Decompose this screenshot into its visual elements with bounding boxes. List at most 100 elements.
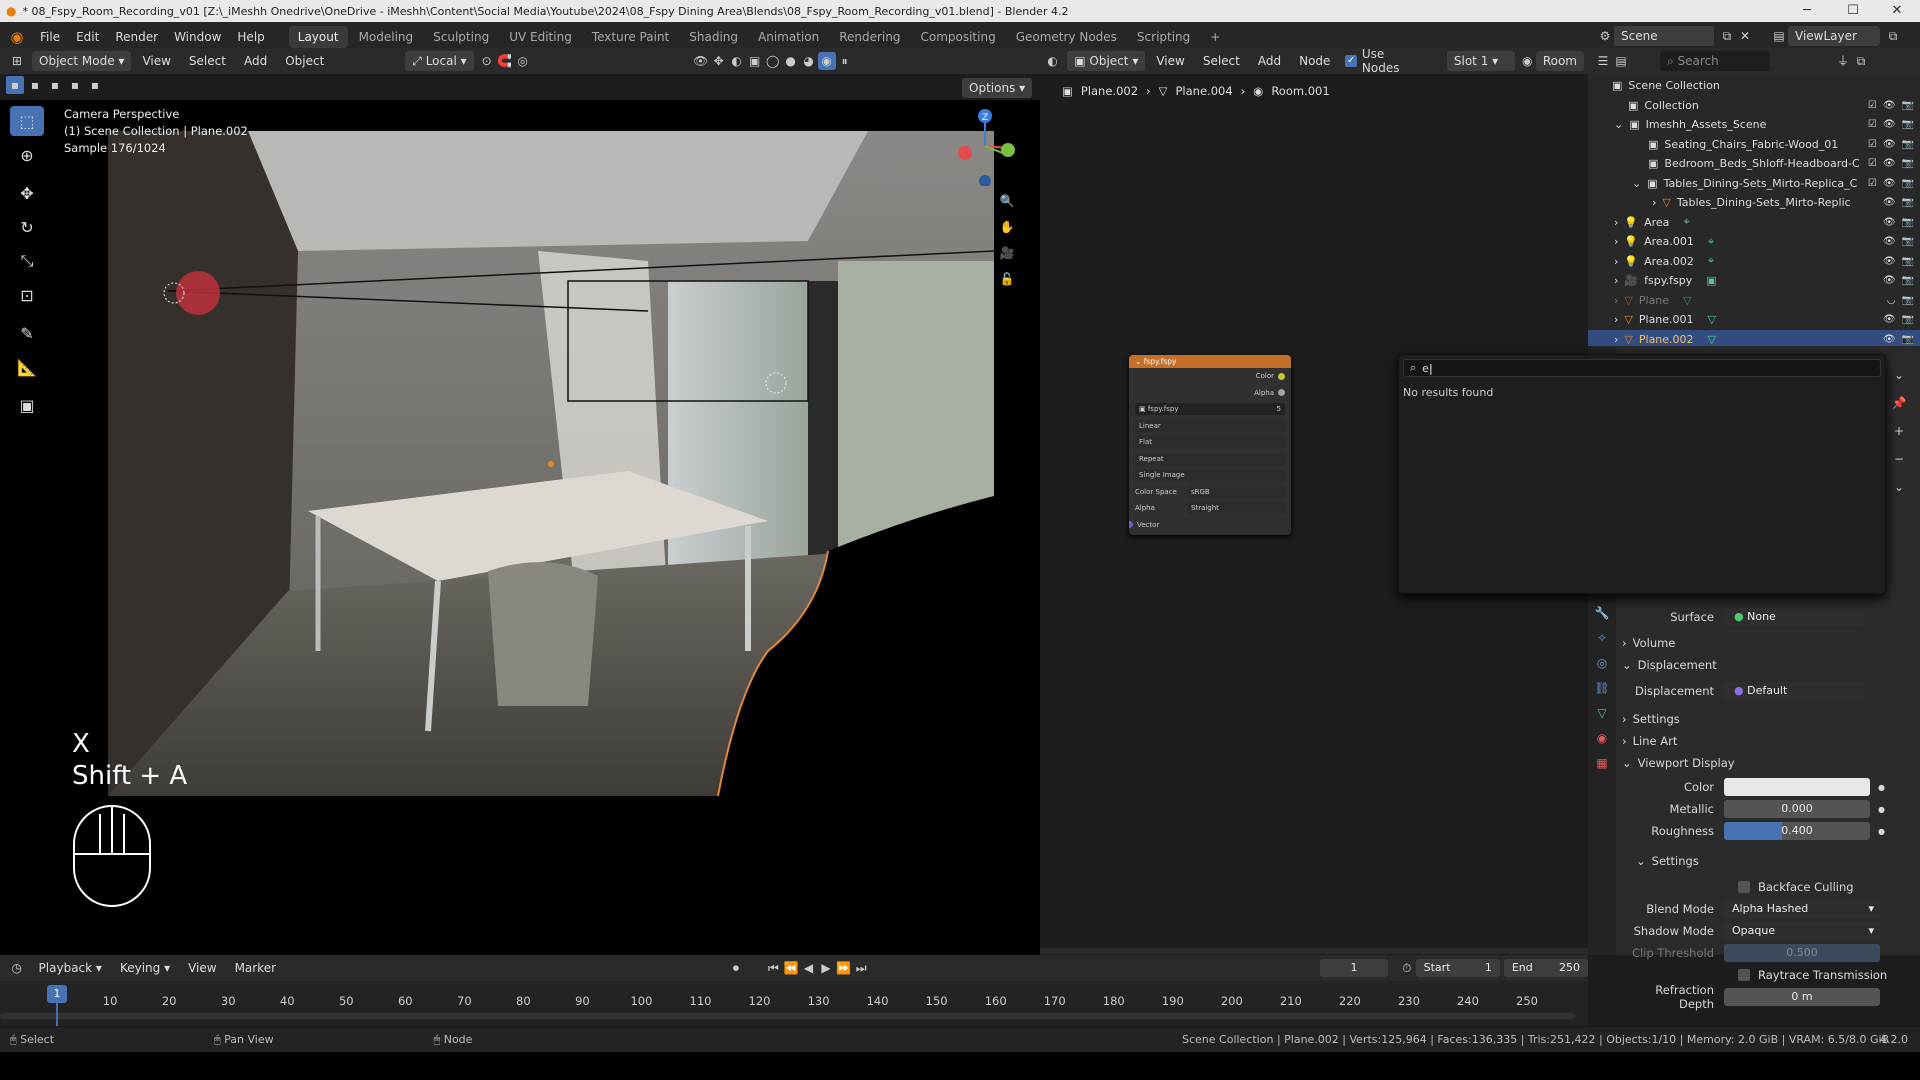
eye-icon[interactable]: 👁 <box>1883 197 1896 208</box>
breadcrumb-object[interactable]: Plane.002 <box>1081 84 1138 98</box>
rotate-tool[interactable]: ↻ <box>10 212 44 242</box>
scale-tool[interactable]: ⤡ <box>10 246 44 276</box>
camera-icon[interactable]: 📷 <box>1902 314 1914 325</box>
zoom-icon[interactable]: 🔍 <box>998 192 1016 210</box>
pivot-icon[interactable]: ⊙ <box>478 52 496 70</box>
menu-add[interactable]: Add <box>237 51 274 71</box>
metallic-field[interactable]: 0.000 <box>1724 800 1870 818</box>
cursor-tool[interactable]: ⊕ <box>10 140 44 170</box>
eye-icon[interactable]: 👁 <box>1883 314 1896 325</box>
node-menu-view[interactable]: View <box>1149 51 1191 71</box>
image-texture-node[interactable]: ⌄ fspy.fspy Color Alpha ▣ fspy.fspy 5 Li… <box>1129 355 1291 535</box>
surface-field[interactable]: ● None <box>1724 608 1864 626</box>
breadcrumb-material[interactable]: Room.001 <box>1271 84 1329 98</box>
chevron-right-icon[interactable]: › <box>1652 196 1656 209</box>
xray-icon[interactable]: ▣ <box>746 52 764 70</box>
editor-type-icon[interactable]: ⊞ <box>8 52 26 70</box>
breadcrumb-mesh[interactable]: Plane.004 <box>1176 84 1233 98</box>
rendered-shading-icon[interactable]: ◉ <box>817 52 836 70</box>
tab-geometry-nodes[interactable]: Geometry Nodes <box>1007 26 1126 48</box>
camera-icon[interactable]: 📷 <box>1902 256 1914 267</box>
tab-texture-paint[interactable]: Texture Paint <box>583 26 678 48</box>
scene-name[interactable]: Scene <box>1614 26 1714 46</box>
outliner-type-icon[interactable]: ☰ <box>1594 52 1612 70</box>
refraction-depth-field[interactable]: 0 m <box>1724 988 1880 1006</box>
tab-rendering[interactable]: Rendering <box>830 26 909 48</box>
tab-constraints-icon[interactable]: ⛓ <box>1593 679 1611 697</box>
timeline-scrollbar[interactable] <box>0 1013 1575 1019</box>
menu-object[interactable]: Object <box>278 51 331 71</box>
outliner-row[interactable]: › 🎥 fspy.fspy ▣ 👁 📷 <box>1588 271 1920 291</box>
camera-icon[interactable]: 📷 <box>1902 334 1914 345</box>
filter-icon[interactable]: ⏚ <box>1834 52 1852 70</box>
chevron-right-icon[interactable]: › <box>1614 313 1618 326</box>
outliner-row[interactable]: ▣ Scene Collection <box>1588 76 1920 96</box>
preview-range-icon[interactable]: ⏱ <box>1398 959 1416 977</box>
eye-icon[interactable]: 👁 <box>1883 158 1896 169</box>
eye-closed-icon[interactable]: ◡ <box>1887 295 1896 306</box>
orientation-dropdown[interactable]: ⤢ Local ▾ <box>405 51 474 71</box>
panel-settings[interactable]: › Settings <box>1622 708 1920 730</box>
add-cube-tool[interactable]: ▣ <box>10 390 44 420</box>
add-workspace-icon[interactable]: + <box>1201 26 1229 48</box>
select-box-tool[interactable]: ⬚ <box>10 106 44 136</box>
panel-line-art[interactable]: › Line Art <box>1622 730 1920 752</box>
material-browse-icon[interactable]: ◉ <box>1519 52 1536 70</box>
blend-mode-dropdown[interactable]: Alpha Hashed ▾ <box>1724 900 1880 918</box>
shadow-mode-dropdown[interactable]: Opaque ▾ <box>1724 922 1880 940</box>
panel-viewport-display[interactable]: ⌄ Viewport Display <box>1622 752 1920 774</box>
exclude-checkbox-icon[interactable]: ☑ <box>1868 139 1877 150</box>
node-menu-node[interactable]: Node <box>1292 51 1337 71</box>
jump-start-icon[interactable]: ⏮ <box>765 959 783 977</box>
node-source-dropdown[interactable]: Single Image <box>1135 469 1285 482</box>
blender-menu-icon[interactable]: ◉ <box>8 28 26 46</box>
eye-icon[interactable]: 👁 <box>1883 334 1896 345</box>
current-frame-field[interactable]: 1 <box>1319 959 1389 977</box>
eye-icon[interactable]: 👁 <box>1883 217 1896 228</box>
camera-render-view[interactable] <box>108 131 994 796</box>
exclude-checkbox-icon[interactable]: ☑ <box>1868 100 1877 111</box>
search-popup-input[interactable]: ⌕ e | <box>1403 359 1881 377</box>
node-header[interactable]: ⌄ fspy.fspy <box>1129 355 1291 368</box>
menu-help[interactable]: Help <box>229 22 272 52</box>
tab-material-icon[interactable]: ◉ <box>1593 729 1611 747</box>
play-icon[interactable]: ▶ <box>817 959 835 977</box>
node-image-selector[interactable]: ▣ fspy.fspy 5 <box>1135 403 1285 416</box>
input-vector-socket[interactable] <box>1129 521 1133 529</box>
outliner-row[interactable]: › 💡 Area.001 ⌖ 👁 📷 <box>1588 232 1920 252</box>
menu-window[interactable]: Window <box>166 22 229 52</box>
outliner-row[interactable]: ▣ Bedroom_Beds_Shloff-Headboard-C ☑ 👁 📷 <box>1588 154 1920 174</box>
tab-texture-icon[interactable]: ▦ <box>1593 754 1611 772</box>
slot-dropdown[interactable]: Slot 1 ▾ <box>1446 51 1515 71</box>
clip-threshold-field[interactable]: 0.500 <box>1724 944 1880 962</box>
menu-view[interactable]: View <box>135 51 177 71</box>
pan-hand-icon[interactable]: ✋ <box>998 218 1016 236</box>
end-frame-field[interactable]: End 250 <box>1503 959 1589 977</box>
eye-icon[interactable]: 👁 <box>1883 139 1896 150</box>
pin-icon[interactable]: 📌 <box>1890 394 1908 412</box>
tab-sculpting[interactable]: Sculpting <box>424 26 498 48</box>
shader-type-dropdown[interactable]: ▣ Object ▾ <box>1067 51 1146 71</box>
exclude-checkbox-icon[interactable]: ☑ <box>1868 119 1877 130</box>
tab-animation[interactable]: Animation <box>749 26 828 48</box>
eye-icon[interactable]: 👁 <box>1883 236 1896 247</box>
move-tool[interactable]: ✥ <box>10 178 44 208</box>
viewlayer-name[interactable]: ViewLayer <box>1788 26 1880 46</box>
jump-keyframe-back-icon[interactable]: ⏪ <box>782 959 800 977</box>
keyframe-dot-icon[interactable]: ● <box>1878 827 1885 836</box>
viewport-3d[interactable]: Camera Perspective (1) Scene Collection … <box>0 100 1040 955</box>
select-extend-icon[interactable]: ▪ <box>26 76 44 94</box>
camera-icon[interactable]: 📷 <box>1902 217 1914 228</box>
annotate-tool[interactable]: ✎ <box>10 318 44 348</box>
use-nodes-checkbox[interactable]: ✓ <box>1345 55 1357 67</box>
roughness-slider[interactable]: 0.400 <box>1724 822 1870 840</box>
node-menu-select[interactable]: Select <box>1196 51 1247 71</box>
viewlayer-selector[interactable]: ▤ ViewLayer ⧉ <box>1770 26 1902 46</box>
chevron-right-icon[interactable]: › <box>1614 294 1618 307</box>
select-intersect-icon[interactable]: ▪ <box>86 76 104 94</box>
slot-menu-icon[interactable]: ⌄ <box>1890 478 1908 496</box>
tab-compositing[interactable]: Compositing <box>911 26 1004 48</box>
node-menu-add[interactable]: Add <box>1251 51 1288 71</box>
chevron-right-icon[interactable]: › <box>1614 274 1618 287</box>
pause-render-icon[interactable]: ⏸ <box>836 52 854 70</box>
